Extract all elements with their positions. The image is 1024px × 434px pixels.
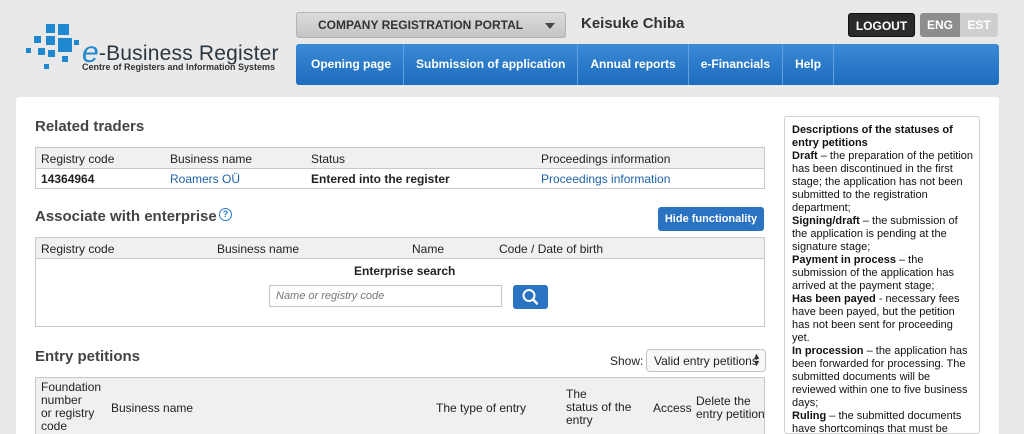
show-filter-value: Valid entry petitions: [654, 354, 758, 368]
descriptions-title: Descriptions of the statuses of entry pe…: [792, 124, 953, 149]
description-text: – the preparation of the petition has be…: [792, 150, 974, 214]
col-business-name: Business name: [217, 242, 300, 256]
table-header: Registry code Business name Status Proce…: [36, 148, 764, 169]
related-traders-table: Registry code Business name Status Proce…: [35, 147, 765, 189]
main-nav: Opening page Submission of application A…: [296, 44, 999, 85]
col-foundation-number: Foundation number or registry code: [41, 381, 101, 433]
col-delete-petition: Delete the entry petition: [696, 395, 765, 421]
description-item: Signing/draft – the submission of the ap…: [792, 215, 973, 254]
logout-button[interactable]: LOGOUT: [848, 13, 915, 37]
col-entry-type: The type of entry: [436, 401, 527, 415]
col-business-name: Business name: [170, 152, 253, 166]
show-label: Show:: [610, 354, 644, 368]
page-header: e-Business Register Centre of Registers …: [0, 0, 1024, 95]
portal-select[interactable]: COMPANY REGISTRATION PORTAL: [296, 12, 566, 38]
language-eng[interactable]: ENG: [920, 13, 960, 37]
row-proceedings-link[interactable]: Proceedings information: [541, 172, 670, 186]
description-item: Ruling – the submitted documents have sh…: [792, 410, 973, 433]
description-term: In procession: [792, 345, 864, 357]
description-item: Payment in process – the submission of t…: [792, 254, 973, 293]
logo-subtitle: Centre of Registers and Information Syst…: [82, 62, 276, 72]
portal-select-value: COMPANY REGISTRATION PORTAL: [318, 18, 524, 32]
description-term: Signing/draft: [792, 215, 860, 227]
search-button[interactable]: [513, 285, 548, 309]
description-item: Has been payed - necessary fees have bee…: [792, 293, 973, 345]
col-business-name: Business name: [111, 401, 194, 415]
description-term: Ruling: [792, 410, 827, 422]
main-content: Related traders Registry code Business n…: [16, 97, 999, 434]
nav-submission-of-application[interactable]: Submission of application: [404, 44, 579, 85]
enterprise-search-input[interactable]: [269, 285, 502, 307]
hide-functionality-button[interactable]: Hide functionality: [658, 207, 764, 231]
col-entry-status: The status of the entry: [566, 388, 631, 427]
description-term: Payment in process: [792, 254, 896, 266]
col-code-date-of-birth: Code / Date of birth: [499, 242, 604, 256]
row-business-name-link[interactable]: Roamers OÜ: [170, 172, 240, 186]
col-foundation-line: code: [41, 419, 68, 433]
col-name: Name: [412, 242, 445, 256]
logo-squares-icon: [26, 24, 79, 69]
col-delete-line: entry petition: [696, 407, 765, 421]
help-icon[interactable]: ?: [219, 208, 232, 221]
table-header: Registry code Business name Name Code / …: [36, 238, 764, 259]
language-est[interactable]: EST: [960, 13, 998, 37]
search-icon: [522, 289, 539, 305]
select-arrows-icon: ▲ ▼: [752, 351, 761, 368]
description-term: Draft: [792, 150, 818, 162]
col-registry-code: Registry code: [41, 242, 115, 256]
user-name: Keisuke Chiba: [581, 15, 685, 32]
entry-petitions-table: Foundation number or registry code Busin…: [35, 377, 765, 434]
related-traders-title: Related traders: [35, 118, 145, 135]
col-proceedings: Proceedings information: [541, 152, 671, 166]
nav-e-financials[interactable]: e-Financials: [689, 44, 784, 85]
business-register-logo[interactable]: e-Business Register Centre of Registers …: [24, 20, 294, 80]
nav-annual-reports[interactable]: Annual reports: [578, 44, 689, 85]
associate-table: Registry code Business name Name Code / …: [35, 237, 765, 327]
nav-help[interactable]: Help: [783, 44, 835, 85]
description-term: Has been payed: [792, 293, 876, 305]
col-status-line: entry: [566, 413, 593, 427]
enterprise-search-title: Enterprise search: [354, 264, 456, 278]
associate-title: Associate with enterprise: [35, 208, 217, 225]
col-access: Access: [653, 401, 692, 415]
show-filter-select[interactable]: Valid entry petitions ▲ ▼: [646, 349, 766, 372]
row-status: Entered into the register: [311, 172, 450, 186]
description-item: Draft – the preparation of the petition …: [792, 150, 973, 215]
nav-opening-page[interactable]: Opening page: [296, 44, 405, 85]
chevron-down-icon: [545, 23, 555, 29]
status-descriptions-panel: Descriptions of the statuses of entry pe…: [784, 116, 980, 434]
description-item: In procession – the application has been…: [792, 345, 973, 410]
row-registry-code: 14364964: [41, 172, 95, 186]
entry-petitions-title: Entry petitions: [35, 348, 141, 365]
table-header: Foundation number or registry code Busin…: [36, 378, 765, 434]
col-status: Status: [311, 152, 346, 166]
col-registry-code: Registry code: [41, 152, 115, 166]
